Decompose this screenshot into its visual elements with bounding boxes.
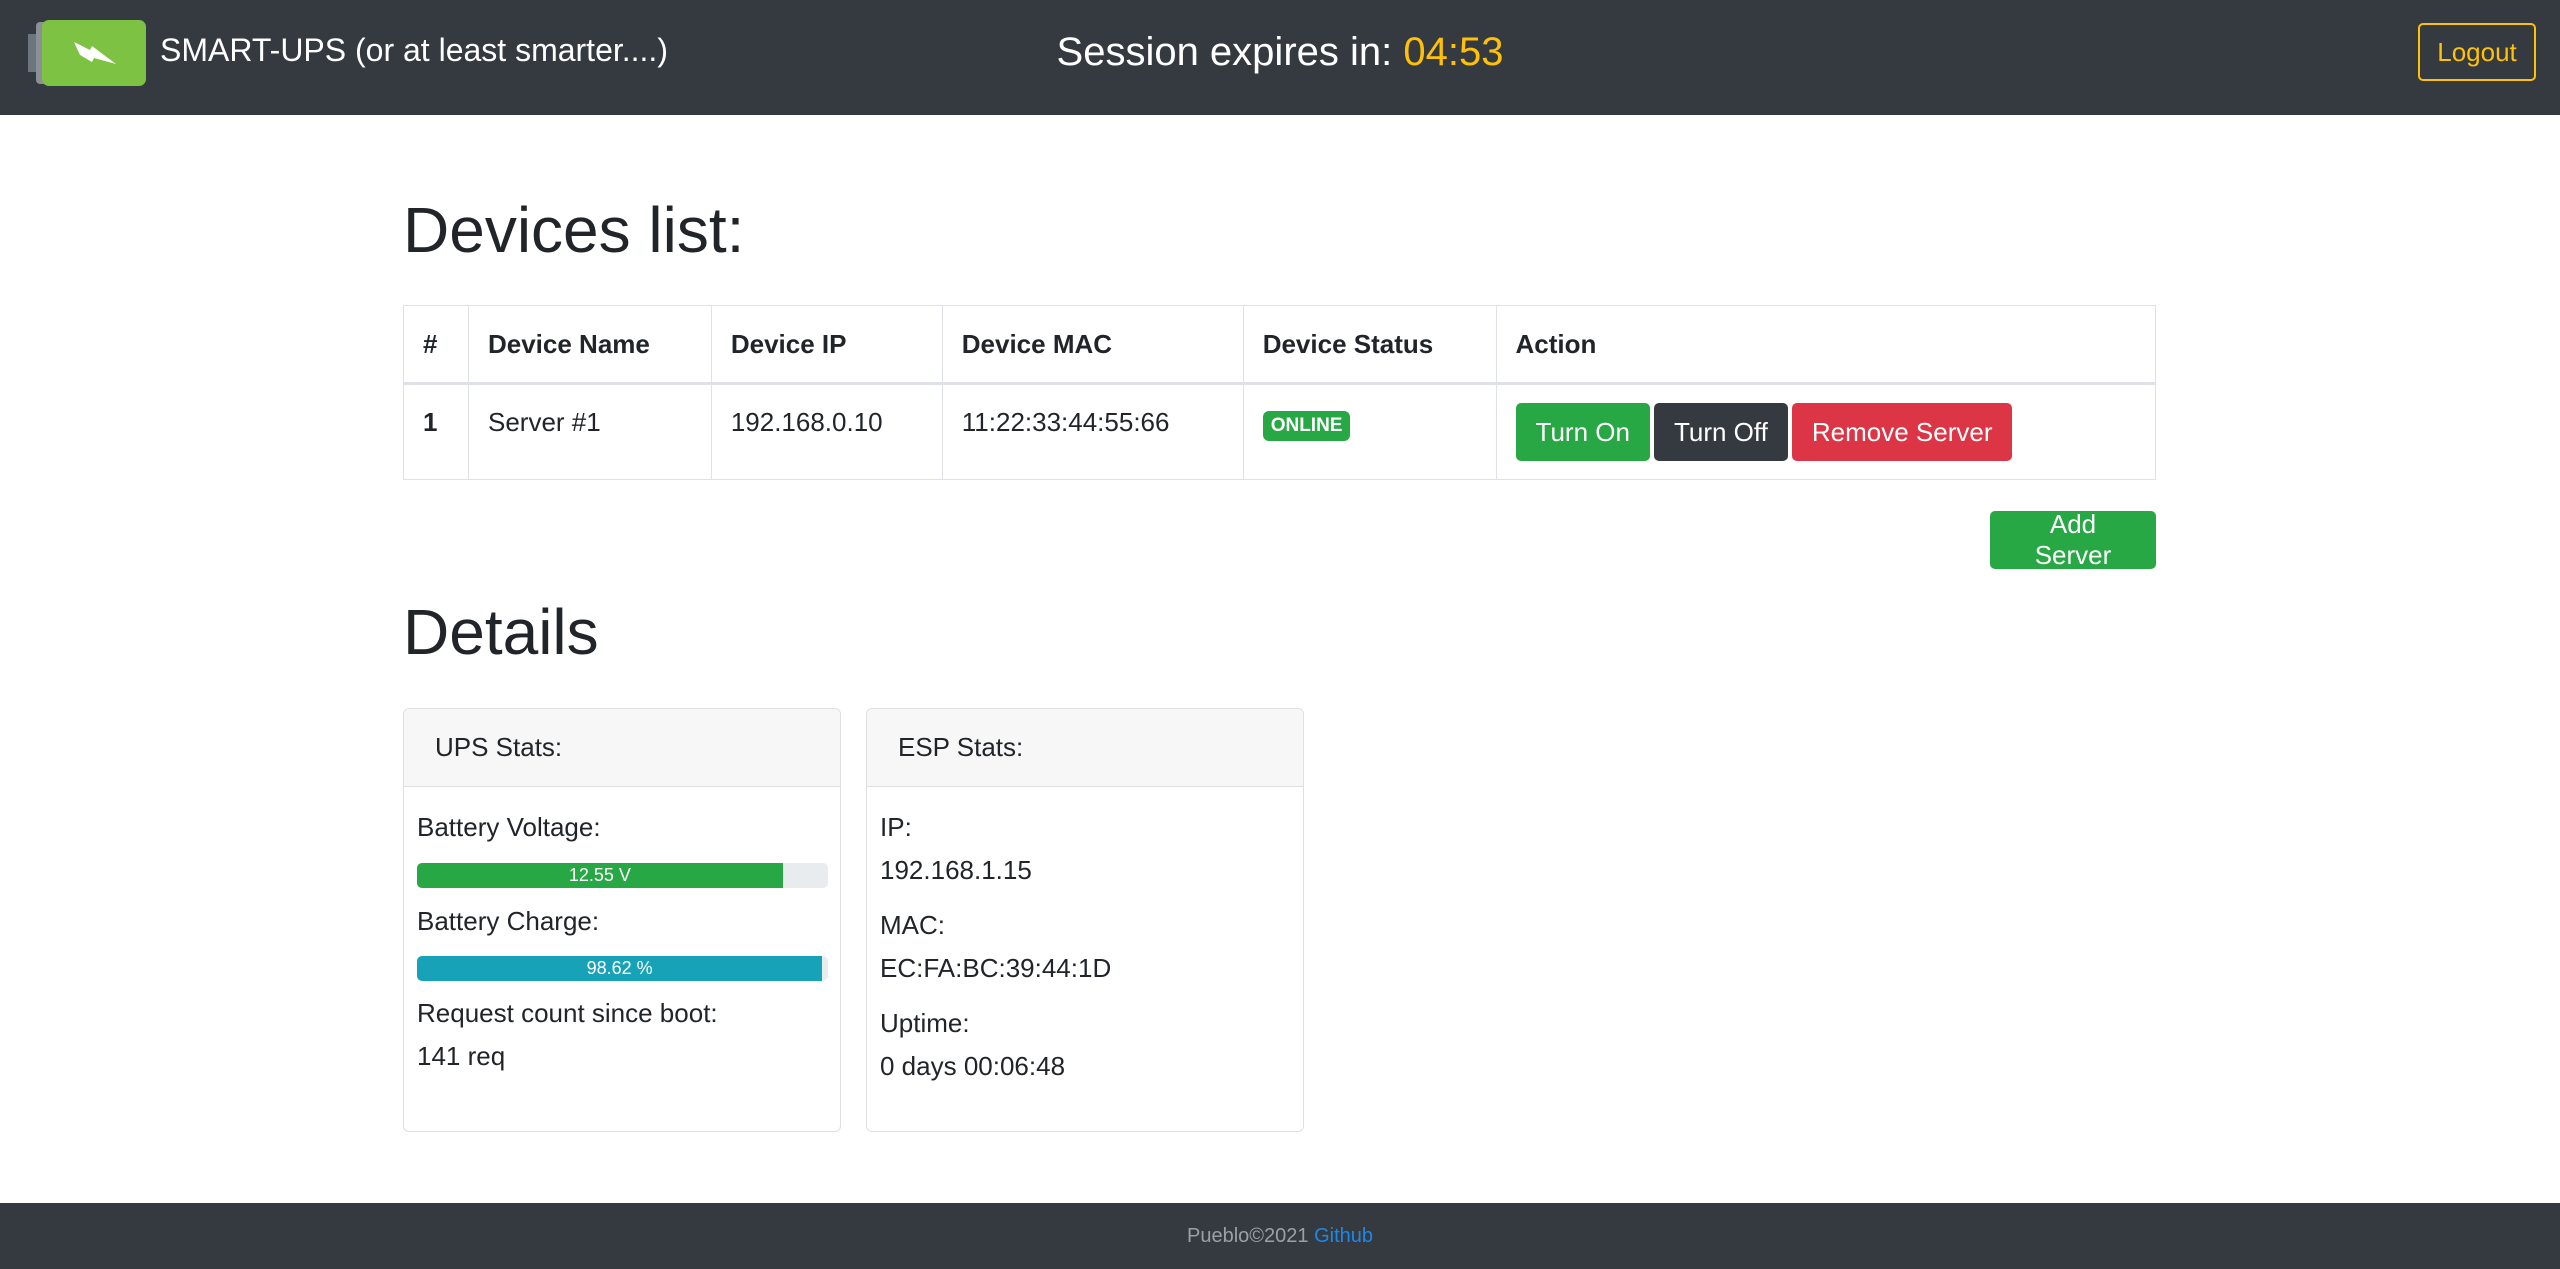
top-navbar: SMART-UPS (or at least smarter....) Sess… xyxy=(0,0,2560,115)
battery-voltage-progress: 12.55 V xyxy=(417,863,828,888)
column-header-action: Action xyxy=(1495,305,2157,385)
battery-charge-progress: 98.62 % xyxy=(417,956,828,981)
footer-copyright: Pueblo©2021 xyxy=(1186,1225,1309,1247)
esp-ip-value: 192.168.1.15 xyxy=(880,855,1032,885)
devices-title: Devices list: xyxy=(403,194,745,266)
github-link[interactable]: Github xyxy=(1314,1225,1373,1247)
ups-stats-card: UPS Stats: Battery Voltage: 12.55 V Batt… xyxy=(403,708,841,1132)
device-actions: Turn On Turn Off Remove Server xyxy=(1495,383,2157,480)
request-count-value: 141 req xyxy=(417,1041,506,1071)
esp-uptime-value: 0 days 00:06:48 xyxy=(880,1051,1066,1081)
esp-stats-card: ESP Stats: IP: 192.168.1.15 MAC: EC:FA:B… xyxy=(866,708,1304,1132)
battery-lightning-icon xyxy=(28,20,146,86)
esp-mac-label: MAC: xyxy=(880,910,945,940)
device-mac: 11:22:33:44:55:66 xyxy=(941,383,1244,480)
column-header-device-name: Device Name xyxy=(467,305,712,385)
status-badge: ONLINE xyxy=(1262,411,1351,441)
device-ip: 192.168.0.10 xyxy=(710,383,943,480)
table-row: 1 Server #1 192.168.0.10 11:22:33:44:55:… xyxy=(403,383,2157,480)
battery-charge-bar: 98.62 % xyxy=(417,956,823,981)
request-count-label: Request count since boot: xyxy=(417,998,718,1028)
esp-stats-header: ESP Stats: xyxy=(867,709,1303,787)
device-number: 1 xyxy=(403,383,469,480)
esp-mac-value: EC:FA:BC:39:44:1D xyxy=(880,953,1112,983)
session-timer: 04:53 xyxy=(1403,30,1504,74)
remove-server-button[interactable]: Remove Server xyxy=(1791,403,2013,461)
brand-title[interactable]: SMART-UPS (or at least smarter....) xyxy=(160,30,668,70)
column-header-device-ip: Device IP xyxy=(710,305,943,385)
devices-table: # Device Name Device IP Device MAC Devic… xyxy=(403,305,2157,480)
ups-stats-header: UPS Stats: xyxy=(404,709,840,787)
device-name: Server #1 xyxy=(467,383,712,480)
battery-charge-label: Battery Charge: xyxy=(417,906,600,936)
column-header-device-mac: Device MAC xyxy=(941,305,1244,385)
column-header-number: # xyxy=(403,305,469,385)
battery-voltage-bar: 12.55 V xyxy=(417,863,783,888)
turn-off-button[interactable]: Turn Off xyxy=(1653,403,1788,461)
add-server-button[interactable]: Add Server xyxy=(1990,509,2156,570)
table-header-row: # Device Name Device IP Device MAC Devic… xyxy=(403,305,2157,385)
esp-ip-label: IP: xyxy=(880,812,912,842)
battery-voltage-label: Battery Voltage: xyxy=(417,812,601,842)
turn-on-button[interactable]: Turn On xyxy=(1515,403,1650,461)
session-label: Session expires in: xyxy=(1056,30,1393,74)
details-title: Details xyxy=(403,596,599,668)
esp-uptime-label: Uptime: xyxy=(880,1008,970,1038)
page-footer: Pueblo©2021 Github xyxy=(0,1203,2560,1269)
logout-button[interactable]: Logout xyxy=(2418,23,2536,81)
device-status-cell: ONLINE xyxy=(1242,383,1497,480)
column-header-device-status: Device Status xyxy=(1242,305,1497,385)
